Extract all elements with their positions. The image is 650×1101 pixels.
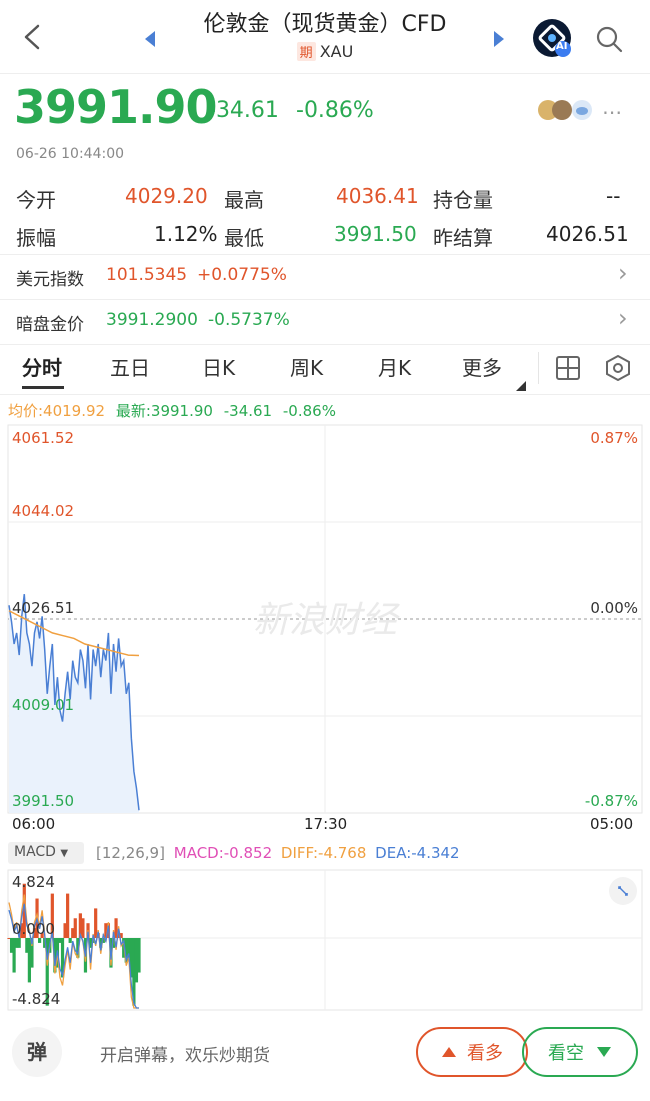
x-tick: 06:00: [12, 815, 56, 833]
related-row-dollar-index[interactable]: 美元指数 101.5345 +0.0775% ›: [0, 256, 650, 298]
price-change-pct: -0.86%: [296, 98, 374, 123]
x-tick: 17:30: [304, 815, 348, 833]
tab-monthly-k[interactable]: 月K: [378, 352, 411, 381]
layout-grid-icon[interactable]: [556, 356, 580, 384]
search-icon[interactable]: [594, 24, 624, 58]
macd-bar: [37, 938, 42, 943]
more-icon[interactable]: ⋯: [602, 100, 622, 124]
y-tick-right: 0.00%: [590, 599, 638, 617]
caret-down-icon: ▼: [60, 848, 69, 859]
ai-assistant-icon[interactable]: AI: [532, 18, 572, 58]
futures-badge: 期: [296, 42, 316, 61]
related-label: 暗盘金价: [16, 315, 84, 335]
macd-y-tick: 0.000: [12, 920, 55, 938]
tab-daily-k[interactable]: 日K: [202, 352, 235, 381]
high-value: 4036.41: [336, 184, 419, 208]
ai-label: AI: [556, 41, 568, 52]
related-value: 3991.2900: [106, 310, 198, 330]
macd-bar: [73, 918, 77, 938]
macd-bar: [81, 918, 85, 938]
macd-y-tick: 4.824: [12, 873, 55, 891]
open-value: 4029.20: [125, 184, 208, 208]
tab-weekly-k[interactable]: 周K: [290, 352, 323, 381]
macd-bar: [66, 893, 70, 938]
chart-legend: 均价:4019.92 最新:3991.90 -34.61 -0.86%: [8, 400, 336, 421]
y-tick-left: 4061.52: [12, 429, 74, 447]
settings-icon[interactable]: [605, 354, 631, 385]
macd-chart[interactable]: 4.824 0.000 -4.824: [0, 868, 650, 1012]
legend-latest: 最新:3991.90: [115, 402, 213, 420]
community-avatars[interactable]: [536, 98, 596, 122]
macd-value: MACD:-0.852: [173, 844, 273, 862]
legend-change: -34.61: [223, 402, 273, 420]
danmu-icon: 弹: [12, 1027, 62, 1077]
chevron-right-icon: ›: [618, 259, 628, 287]
danmu-bar[interactable]: 弹 开启弹幕，欢乐炒期货: [12, 1027, 402, 1077]
intraday-chart[interactable]: 新浪财经 4061.52 4044.02 4026.51 4009.01 399…: [0, 420, 650, 820]
y-tick-right: -0.87%: [585, 792, 638, 810]
tab-five-day[interactable]: 五日: [110, 352, 150, 381]
bullish-label: 看多: [467, 1043, 503, 1064]
legend-pct: -0.86%: [282, 402, 336, 420]
open-interest-value: --: [606, 184, 621, 208]
caret-up-icon: [442, 1047, 456, 1057]
y-tick-right: 0.87%: [590, 429, 638, 447]
dropdown-corner-icon: [516, 376, 526, 395]
caret-down-icon: [597, 1047, 611, 1057]
macd-selector-label: MACD: [14, 844, 56, 860]
macd-bar: [17, 938, 21, 948]
tab-more[interactable]: 更多: [462, 352, 502, 381]
symbol-code: XAU: [319, 42, 354, 61]
prev-settle-value: 4026.51: [546, 222, 629, 246]
chevron-right-icon: ›: [618, 304, 628, 332]
high-label: 最高: [224, 188, 264, 212]
open-label: 今开: [16, 188, 56, 212]
macd-y-tick: -4.824: [12, 990, 60, 1008]
related-label: 美元指数: [16, 270, 84, 290]
low-value: 3991.50: [334, 222, 417, 246]
expand-icon[interactable]: [609, 877, 637, 905]
amplitude-value: 1.12%: [154, 222, 218, 246]
related-value: 101.5345: [106, 265, 188, 285]
price-change: -34.61: [208, 98, 279, 123]
legend-avg: 均价:4019.92: [8, 402, 106, 420]
quote-time: 06-26 10:44:00: [16, 146, 125, 162]
danmu-prompt: 开启弹幕，欢乐炒期货: [100, 1046, 270, 1066]
related-change: -0.5737%: [208, 310, 290, 330]
open-interest-label: 持仓量: [433, 188, 493, 212]
tab-active-indicator: [22, 386, 64, 389]
y-tick-left: 4044.02: [12, 502, 74, 520]
macd-legend: [12,26,9] MACD:-0.852 DIFF:-4.768 DEA:-4…: [96, 844, 460, 862]
y-tick-left: 4026.51: [12, 599, 74, 617]
diff-value: DIFF:-4.768: [280, 844, 367, 862]
macd-bar: [137, 938, 141, 973]
bullish-button[interactable]: 看多: [416, 1027, 528, 1077]
macd-params: [12,26,9]: [96, 844, 165, 862]
bearish-button[interactable]: 看空: [522, 1027, 638, 1077]
last-price: 3991.90: [14, 80, 218, 134]
low-label: 最低: [224, 226, 264, 250]
related-change: +0.0775%: [197, 265, 287, 285]
prev-settle-label: 昨结算: [433, 226, 493, 250]
y-tick-left: 3991.50: [12, 792, 74, 810]
amplitude-label: 振幅: [16, 226, 56, 250]
tab-intraday[interactable]: 分时: [22, 352, 62, 381]
macd-bar: [68, 938, 72, 943]
macd-selector[interactable]: MACD ▼: [8, 842, 84, 864]
dea-value: DEA:-4.342: [375, 844, 460, 862]
bearish-label: 看空: [548, 1043, 584, 1064]
y-tick-left: 4009.01: [12, 696, 74, 714]
x-tick: 05:00: [590, 815, 634, 833]
related-row-dark-gold[interactable]: 暗盘金价 3991.2900 -0.5737% ›: [0, 301, 650, 343]
watermark: 新浪财经: [253, 600, 400, 641]
